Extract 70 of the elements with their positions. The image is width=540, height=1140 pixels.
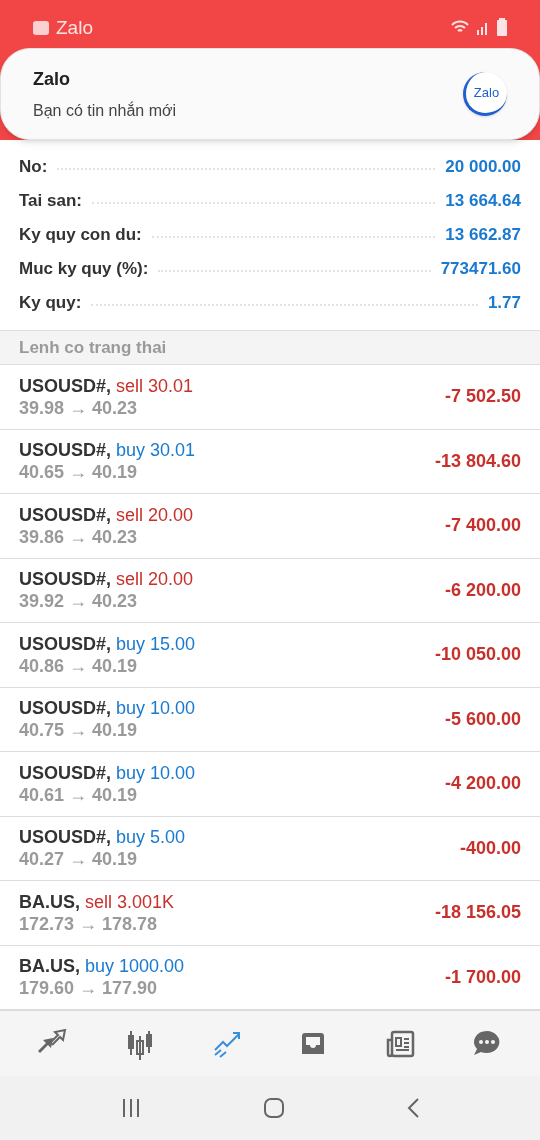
order-profit: -1 700.00 xyxy=(444,965,521,989)
order-symbol: BA.US, xyxy=(19,890,80,913)
order-trade: buy 15.00 xyxy=(116,632,196,655)
order-trade: sell 30.01 xyxy=(116,374,194,397)
summary-value: 13 664.64 xyxy=(445,190,521,213)
order-symbol: USOUSD#, xyxy=(19,632,112,655)
summary-label: Ky quy con du: xyxy=(19,224,142,247)
order-trade: buy 1000.00 xyxy=(85,955,185,978)
order-symbol: USOUSD#, xyxy=(19,374,112,397)
notification-card[interactable]: Zalo Bạn có tin nhắn mới Zalo xyxy=(0,48,540,140)
order-profit: -7 502.50 xyxy=(444,385,521,409)
order-symbol: USOUSD#, xyxy=(19,697,112,720)
order-row[interactable]: USOUSD#, sell 30.01 39.98 → 40.23 -7 502.50 xyxy=(0,365,540,430)
order-row[interactable]: BA.US, sell 3.001K 172.73 → 178.78 -18 156.05 xyxy=(0,881,540,946)
order-profit: -6 200.00 xyxy=(444,578,521,602)
order-row[interactable]: USOUSD#, buy 30.01 40.65 → 40.19 -13 804.60 xyxy=(0,429,540,494)
summary-label: Muc ky quy (%): xyxy=(19,258,149,281)
order-profit: -4 200.00 xyxy=(444,772,521,796)
order-symbol: USOUSD#, xyxy=(19,826,112,849)
order-prices: 40.61 → 40.19 xyxy=(19,783,139,806)
app-logo: Zalo xyxy=(463,72,507,116)
app-icon xyxy=(32,20,50,37)
order-prices: 39.92 → 40.23 xyxy=(19,590,139,613)
notification-title: Zalo xyxy=(33,67,71,91)
order-row[interactable]: USOUSD#, sell 20.00 39.86 → 40.23 -7 400.00 xyxy=(0,494,540,559)
order-symbol: USOUSD#, xyxy=(19,503,112,526)
order-row[interactable]: USOUSD#, buy 15.00 40.86 → 40.19 -10 050.00 xyxy=(0,623,540,688)
home-icon[interactable] xyxy=(263,1097,285,1119)
order-profit: -5 600.00 xyxy=(444,707,521,731)
order-prices: 39.86 → 40.23 xyxy=(19,525,139,548)
order-row[interactable]: USOUSD#, buy 10.00 40.75 → 40.19 -5 600.00 xyxy=(0,687,540,752)
summary-value: 13 662.87 xyxy=(445,224,521,247)
order-profit: -13 804.60 xyxy=(434,449,521,473)
order-prices: 39.98 → 40.23 xyxy=(19,396,139,419)
order-profit: -7 400.00 xyxy=(444,514,521,538)
order-prices: 179.60 → 177.90 xyxy=(19,977,159,1000)
summary-label: Tai san: xyxy=(19,190,82,213)
order-prices: 40.27 → 40.19 xyxy=(19,848,139,871)
order-trade: buy 10.00 xyxy=(116,697,196,720)
order-symbol: USOUSD#, xyxy=(19,568,112,591)
order-symbol: USOUSD#, xyxy=(19,761,112,784)
summary-value: 20 000.00 xyxy=(445,156,521,179)
back-icon[interactable] xyxy=(405,1097,420,1119)
notification-message: Bạn có tin nhắn mới xyxy=(33,100,176,121)
status-app-name: Zalo xyxy=(56,16,93,40)
order-profit: -18 156.05 xyxy=(434,901,521,925)
order-prices: 40.65 → 40.19 xyxy=(19,461,139,484)
section-title: Lenh co trang thai xyxy=(19,336,167,359)
order-trade: buy 10.00 xyxy=(116,761,196,784)
order-trade: sell 3.001K xyxy=(85,890,175,913)
order-trade: buy 5.00 xyxy=(116,826,186,849)
summary-value: 773471.60 xyxy=(440,258,521,281)
wifi-icon xyxy=(450,19,470,35)
order-prices: 40.86 → 40.19 xyxy=(19,654,139,677)
battery-icon xyxy=(496,18,508,36)
order-symbol: BA.US, xyxy=(19,955,80,978)
order-profit: -10 050.00 xyxy=(434,643,521,667)
order-prices: 172.73 → 178.78 xyxy=(19,912,159,935)
order-profit: -400.00 xyxy=(459,836,521,860)
order-row[interactable]: USOUSD#, buy 10.00 40.61 → 40.19 -4 200.00 xyxy=(0,752,540,817)
order-trade: buy 30.01 xyxy=(116,439,196,462)
summary-label: Ky quy: xyxy=(19,292,82,315)
order-symbol: USOUSD#, xyxy=(19,439,112,462)
order-trade: sell 20.00 xyxy=(116,503,194,526)
order-prices: 40.75 → 40.19 xyxy=(19,719,139,742)
order-trade: sell 20.00 xyxy=(116,568,194,591)
summary-value: 1.77 xyxy=(487,292,521,315)
order-row[interactable]: USOUSD#, buy 5.00 40.27 → 40.19 -400.00 xyxy=(0,816,540,881)
summary-label: No: xyxy=(19,156,48,179)
order-row[interactable]: USOUSD#, sell 20.00 39.92 → 40.23 -6 200.00 xyxy=(0,558,540,623)
